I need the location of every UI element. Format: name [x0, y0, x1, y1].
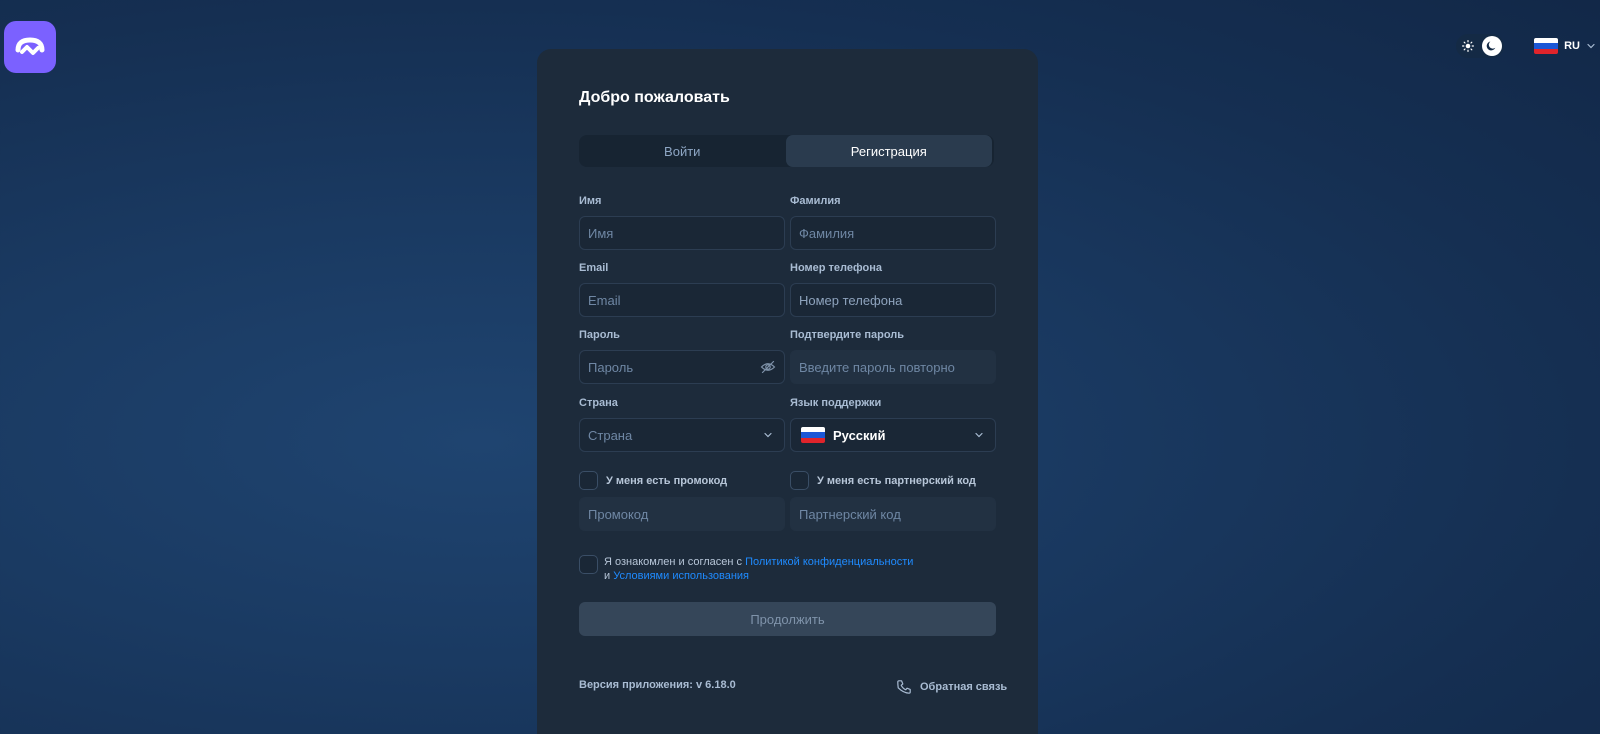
phone-icon	[897, 680, 911, 694]
theme-toggle[interactable]	[1456, 34, 1505, 58]
password-field: Пароль Пароль	[579, 329, 785, 384]
phone-label: Номер телефона	[790, 262, 882, 274]
language-code: RU	[1564, 40, 1580, 52]
agreement-text: Я ознакомлен и согласен с Политикой конф…	[604, 555, 913, 583]
first-name-placeholder: Имя	[588, 225, 614, 241]
chevron-down-icon	[971, 427, 987, 443]
russia-flag-icon	[1534, 38, 1559, 54]
feedback-label: Обратная связь	[920, 681, 1008, 693]
partner-code-field: Партнерский код	[790, 497, 996, 531]
promo-code-placeholder: Промокод	[588, 506, 649, 522]
last-name-input[interactable]: Фамилия	[790, 216, 996, 250]
partner-code-toggle[interactable]: У меня есть партнерский код	[790, 471, 976, 490]
password-confirm-input[interactable]: Введите пароль повторно	[790, 350, 996, 384]
eye-off-icon[interactable]	[760, 359, 776, 375]
app-logo-icon	[15, 37, 45, 55]
promo-code-input[interactable]: Промокод	[579, 497, 785, 531]
email-placeholder: Email	[588, 292, 621, 308]
auth-tabs: Войти Регистрация	[579, 135, 994, 167]
promo-code-checkbox[interactable]	[579, 471, 598, 490]
country-select[interactable]: Страна	[579, 418, 785, 452]
chevron-down-icon	[1587, 43, 1595, 49]
auth-card: Добро пожаловать Войти Регистрация Имя И…	[537, 49, 1038, 734]
last-name-label: Фамилия	[790, 195, 841, 207]
partner-code-checkbox[interactable]	[790, 471, 809, 490]
continue-button[interactable]: Продолжить	[579, 602, 996, 636]
support-language-field: Язык поддержки Русский	[790, 397, 996, 452]
promo-code-toggle[interactable]: У меня есть промокод	[579, 471, 727, 490]
app-logo[interactable]	[4, 21, 56, 73]
chevron-down-icon	[760, 427, 776, 443]
password-label: Пароль	[579, 329, 620, 341]
phone-placeholder: Номер телефона	[799, 292, 903, 308]
support-language-value: Русский	[833, 427, 886, 443]
moon-icon	[1482, 36, 1503, 56]
phone-input[interactable]: Номер телефона	[790, 283, 996, 317]
email-field: Email Email	[579, 262, 785, 317]
password-confirm-label: Подтвердите пароль	[790, 329, 905, 341]
password-input[interactable]: Пароль	[579, 350, 785, 384]
support-language-label: Язык поддержки	[790, 397, 882, 409]
agreement-text-before: Я ознакомлен и согласен с	[604, 556, 746, 568]
last-name-placeholder: Фамилия	[799, 225, 855, 241]
email-input[interactable]: Email	[579, 283, 785, 317]
partner-code-input[interactable]: Партнерский код	[790, 497, 996, 531]
country-placeholder: Страна	[588, 427, 633, 443]
password-placeholder: Пароль	[588, 359, 634, 375]
terms-of-use-link[interactable]: Условиями использования	[613, 570, 749, 582]
app-version: Версия приложения: v 6.18.0	[579, 679, 736, 691]
language-selector[interactable]: RU	[1534, 38, 1596, 54]
phone-field: Номер телефона Номер телефона	[790, 262, 996, 317]
sun-icon	[1460, 38, 1476, 54]
first-name-input[interactable]: Имя	[579, 216, 785, 250]
page-title: Добро пожаловать	[579, 89, 730, 106]
promo-code-check-label: У меня есть промокод	[606, 474, 728, 487]
partner-code-placeholder: Партнерский код	[799, 506, 901, 522]
support-language-select[interactable]: Русский	[790, 418, 996, 452]
password-confirm-placeholder: Введите пароль повторно	[799, 359, 955, 375]
tab-login[interactable]: Войти	[579, 135, 786, 167]
email-label: Email	[579, 262, 609, 274]
tab-register[interactable]: Регистрация	[785, 135, 992, 167]
partner-code-check-label: У меня есть партнерский код	[817, 474, 976, 487]
feedback-link[interactable]: Обратная связь	[896, 679, 1007, 695]
last-name-field: Фамилия Фамилия	[790, 195, 996, 250]
privacy-policy-link[interactable]: Политикой конфиденциальности	[745, 556, 913, 568]
country-label: Страна	[579, 397, 618, 409]
promo-code-field: Промокод	[579, 497, 785, 531]
russia-flag-icon	[801, 427, 825, 443]
topbar-controls: RU	[1456, 34, 1596, 58]
first-name-field: Имя Имя	[579, 195, 785, 250]
country-field: Страна Страна	[579, 397, 785, 452]
agreement-checkbox[interactable]	[579, 555, 598, 574]
agreement-text-middle: и	[604, 570, 614, 582]
first-name-label: Имя	[579, 195, 602, 207]
password-confirm-field: Подтвердите пароль Введите пароль повтор…	[790, 329, 996, 384]
